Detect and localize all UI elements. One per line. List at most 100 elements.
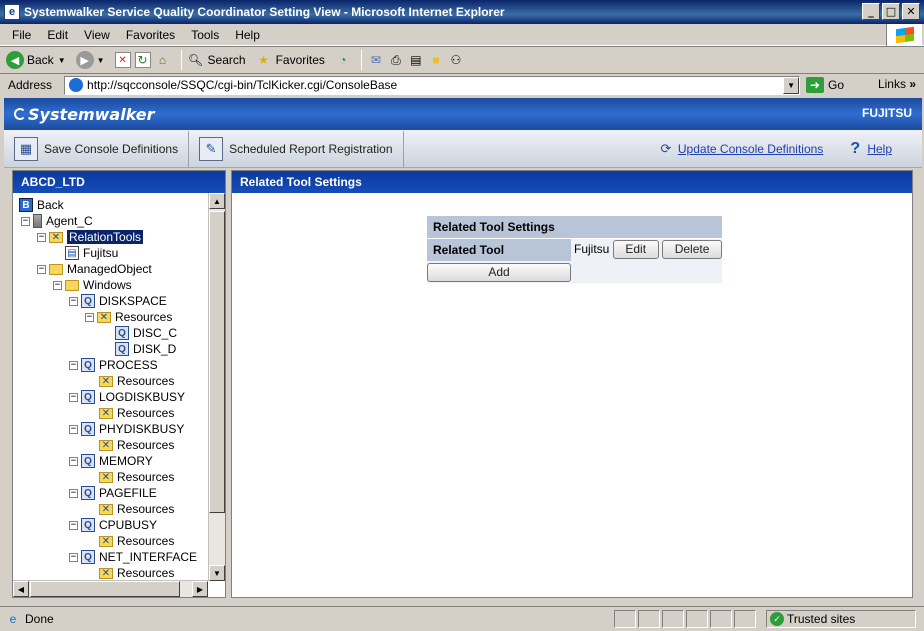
edit-button[interactable]: Edit — [612, 240, 659, 260]
scroll-left-icon[interactable]: ◀ — [13, 581, 29, 597]
status-text-cell: e Done — [2, 610, 614, 628]
security-zone[interactable]: ✓ Trusted sites — [766, 610, 916, 628]
tree-node-resources[interactable]: ✕ Resources — [99, 373, 174, 389]
home-icon[interactable]: ⌂ — [155, 52, 171, 68]
menu-view[interactable]: View — [76, 28, 118, 42]
tree-node-resources[interactable]: − ✕ Resources — [85, 309, 172, 325]
go-button[interactable]: ➜ Go — [806, 77, 844, 93]
tree-node-memory[interactable]: − Q MEMORY — [69, 453, 153, 469]
tree-node-managedobject[interactable]: − ManagedObject — [37, 261, 152, 277]
tool-folder-icon: ✕ — [49, 231, 63, 243]
collapse-icon[interactable]: − — [37, 264, 46, 274]
status-cell — [614, 610, 636, 628]
settings-caption: Related Tool Settings — [427, 216, 723, 239]
status-bar: e Done ✓ Trusted sites — [0, 606, 924, 630]
scroll-thumb[interactable] — [209, 211, 225, 513]
collapse-icon[interactable]: − — [85, 312, 94, 322]
tree-node-resources[interactable]: ✕ Resources — [99, 405, 174, 421]
collapse-icon[interactable]: − — [69, 424, 78, 434]
tree-node-relationtools[interactable]: − ✕ RelationTools — [37, 229, 144, 245]
collapse-icon[interactable]: − — [69, 360, 78, 370]
tree-node-cpubusy[interactable]: − Q CPUBUSY — [69, 517, 157, 533]
search-button[interactable]: 🔍︎ Search — [188, 52, 246, 68]
menu-tools[interactable]: Tools — [183, 28, 227, 42]
tree-node-pagefile[interactable]: − Q PAGEFILE — [69, 485, 157, 501]
delete-button[interactable]: Delete — [662, 240, 723, 260]
server-icon — [33, 214, 42, 228]
search-label: Search — [207, 53, 246, 67]
title-bar: e Systemwalker Service Quality Coordinat… — [0, 0, 924, 24]
scroll-down-icon[interactable]: ▼ — [209, 565, 225, 581]
tree-node-logdiskbusy[interactable]: − Q LOGDISKBUSY — [69, 389, 185, 405]
history-icon[interactable]: ◔ — [335, 52, 351, 68]
folder-icon — [49, 263, 63, 275]
update-console-definitions-link[interactable]: Update Console Definitions — [678, 142, 823, 156]
menu-help[interactable]: Help — [227, 28, 268, 42]
address-input[interactable]: http://sqcconsole/SSQC/cgi-bin/TclKicker… — [64, 75, 801, 95]
add-button[interactable]: Add — [427, 263, 571, 282]
tree-node-resources[interactable]: ✕ Resources — [99, 533, 174, 549]
messenger-icon[interactable]: ⚇ — [448, 52, 464, 68]
tree-node-back[interactable]: B Back — [19, 197, 64, 213]
tree-node-resources[interactable]: ✕ Resources — [99, 469, 174, 485]
collapse-icon[interactable]: − — [69, 296, 78, 306]
mail-icon[interactable]: ✉ — [368, 52, 384, 68]
collapse-icon[interactable]: − — [69, 520, 78, 530]
save-icon: ▦ — [14, 136, 38, 161]
save-console-definitions-button[interactable]: ▦ Save Console Definitions — [4, 130, 190, 167]
update-icon: ⟳ — [660, 141, 672, 156]
maximize-button[interactable]: □ — [882, 3, 900, 20]
collapse-icon[interactable]: − — [69, 392, 78, 402]
menu-favorites[interactable]: Favorites — [118, 28, 183, 42]
address-dropdown-icon[interactable]: ▼ — [783, 76, 800, 94]
print-icon[interactable]: ⎙ — [388, 52, 404, 68]
stop-icon[interactable]: ✕ — [114, 52, 131, 68]
tree-node-phydiskbusy[interactable]: − Q PHYDISKBUSY — [69, 421, 184, 437]
tree-node-resources[interactable]: ✕ Resources — [99, 565, 174, 579]
scroll-thumb[interactable] — [30, 581, 180, 597]
collapse-icon[interactable]: − — [37, 232, 46, 242]
horizontal-scrollbar[interactable]: ◀ ▶ — [13, 580, 208, 597]
resources-icon: ✕ — [99, 439, 113, 451]
scroll-right-icon[interactable]: ▶ — [192, 581, 208, 597]
menu-edit[interactable]: Edit — [39, 28, 76, 42]
address-label: Address — [8, 78, 53, 92]
vertical-scrollbar[interactable]: ▲ ▼ — [208, 193, 225, 581]
links-label: Links — [877, 77, 906, 91]
close-button[interactable]: ✕ — [902, 3, 920, 20]
note-icon[interactable]: ■ — [428, 52, 444, 68]
minimize-button[interactable]: _ — [862, 3, 880, 20]
refresh-icon[interactable]: ↻ — [134, 52, 151, 68]
back-button[interactable]: ◀ Back ▼ — [6, 51, 66, 69]
menu-file[interactable]: File — [4, 28, 39, 42]
tree-node-disc-c[interactable]: Q DISC_C — [115, 325, 177, 341]
tree-node-windows[interactable]: − Windows — [53, 277, 132, 293]
collapse-icon[interactable]: − — [69, 456, 78, 466]
edit-page-icon[interactable]: ▤ — [408, 52, 424, 68]
tree-node-fujitsu[interactable]: ▤ Fujitsu — [65, 245, 118, 261]
links-button[interactable]: Links » — [878, 77, 916, 91]
check-icon: ✓ — [770, 612, 784, 626]
page-icon — [69, 78, 84, 92]
help-link[interactable]: Help — [867, 142, 892, 156]
app-toolbar: ▦ Save Console Definitions ✎ Scheduled R… — [4, 130, 922, 168]
collapse-icon[interactable]: − — [53, 280, 62, 290]
tree-node-resources[interactable]: ✕ Resources — [99, 437, 174, 453]
menu-bar: File Edit View Favorites Tools Help — [0, 24, 924, 46]
collapse-icon[interactable]: − — [69, 488, 78, 498]
scroll-up-icon[interactable]: ▲ — [209, 193, 225, 209]
forward-button[interactable]: ▶ ▼ — [75, 51, 105, 69]
collapse-icon[interactable]: − — [21, 216, 30, 226]
scheduled-report-registration-button[interactable]: ✎ Scheduled Report Registration — [189, 130, 404, 167]
tree-node-diskspace[interactable]: − Q DISKSPACE — [69, 293, 167, 309]
collapse-icon[interactable]: − — [69, 552, 78, 562]
tree-node-resources[interactable]: ✕ Resources — [99, 501, 174, 517]
tree-node-agent[interactable]: − Agent_C — [21, 213, 93, 229]
tree-node-process[interactable]: − Q PROCESS — [69, 357, 158, 373]
tree-node-disk-d[interactable]: Q DISK_D — [115, 341, 176, 357]
monitor-icon: Q — [81, 518, 95, 532]
empty-cell — [571, 261, 723, 283]
tree-node-net-interface[interactable]: − Q NET_INTERFACE — [69, 549, 197, 565]
dropdown-arrow-icon: ▼ — [96, 55, 105, 65]
favorites-button[interactable]: ★ Favorites — [256, 52, 325, 68]
